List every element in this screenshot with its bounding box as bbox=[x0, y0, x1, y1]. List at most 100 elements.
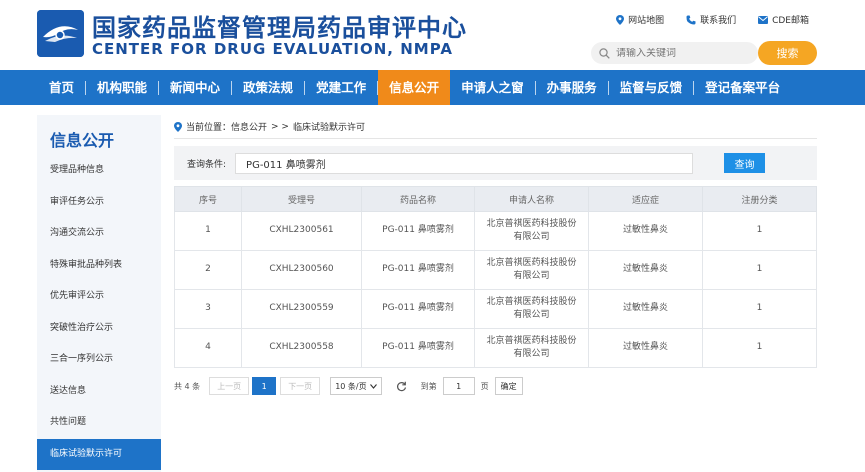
nav-item-functions[interactable]: 机构职能 bbox=[86, 70, 158, 105]
breadcrumb: 当前位置：信息公开 > > 临床试验默示许可 bbox=[174, 115, 817, 139]
contact-us-label: 联系我们 bbox=[700, 16, 737, 26]
sidebar-title: 信息公开 bbox=[50, 131, 115, 150]
pager-total: 共 4 条 bbox=[174, 381, 201, 391]
col-header-applicant: 申请人名称 bbox=[474, 186, 589, 212]
nav-item-news[interactable]: 新闻中心 bbox=[159, 70, 231, 105]
site-map-link[interactable]: 网站地图 bbox=[616, 13, 664, 26]
col-header-acceptance-no: 受理号 bbox=[241, 186, 362, 212]
cell-drug-name: PG-011 鼻喷雾剂 bbox=[361, 211, 475, 251]
nav-item-services[interactable]: 办事服务 bbox=[536, 70, 608, 105]
sidebar: 信息公开 受理品种信息 审评任务公示 沟通交流公示 特殊审批品种列表 优先审评公… bbox=[37, 115, 161, 472]
query-input[interactable]: PG-011 鼻喷雾剂 bbox=[235, 152, 694, 174]
nav-item-feedback[interactable]: 监督与反馈 bbox=[609, 70, 694, 105]
breadcrumb-current: 临床试验默示许可 bbox=[292, 123, 365, 133]
col-header-registration-class: 注册分类 bbox=[702, 186, 817, 212]
nav-item-policies[interactable]: 政策法规 bbox=[232, 70, 304, 105]
sidebar-item-breakthrough[interactable]: 突破性治疗公示 bbox=[37, 313, 161, 345]
site-title-en: CENTER FOR DRUG EVALUATION, NMPA bbox=[92, 40, 453, 58]
page-number-current[interactable]: 1 bbox=[252, 377, 277, 395]
nav-item-info-disclosure[interactable]: 信息公开 bbox=[378, 70, 451, 105]
cell-indication: 过敏性鼻炎 bbox=[588, 328, 703, 368]
next-page-button[interactable]: 下一页 bbox=[280, 377, 321, 395]
col-header-drug-name: 药品名称 bbox=[361, 186, 475, 212]
nav-item-home[interactable]: 首页 bbox=[38, 70, 85, 105]
cell-drug-name: PG-011 鼻喷雾剂 bbox=[361, 250, 475, 290]
cell-indication: 过敏性鼻炎 bbox=[588, 289, 703, 329]
page-size-select[interactable]: 10 条/页 bbox=[330, 377, 382, 395]
table-row[interactable]: 3 CXHL2300559 PG-011 鼻喷雾剂 北京普祺医药科技股份有限公司… bbox=[174, 289, 817, 329]
nav-item-party[interactable]: 党建工作 bbox=[305, 70, 377, 105]
page-size-value: 10 条/页 bbox=[335, 381, 367, 391]
goto-confirm-button[interactable]: 确定 bbox=[494, 377, 523, 395]
mail-icon bbox=[758, 15, 769, 24]
pagination: 共 4 条 上一页 1 下一页 10 条/页 到第 1 页 确定 bbox=[174, 376, 817, 396]
breadcrumb-separator: > > bbox=[271, 121, 289, 132]
sidebar-item-accepted-varieties[interactable]: 受理品种信息 bbox=[37, 155, 161, 187]
query-label: 查询条件: bbox=[187, 159, 227, 170]
cell-acceptance-no: CXHL2300560 bbox=[241, 250, 362, 290]
page-unit-label: 页 bbox=[480, 381, 489, 391]
cde-logo[interactable] bbox=[37, 10, 84, 57]
cell-drug-name: PG-011 鼻喷雾剂 bbox=[361, 289, 475, 329]
col-header-index: 序号 bbox=[174, 186, 242, 212]
phone-icon bbox=[686, 15, 696, 24]
cell-registration-class: 1 bbox=[702, 250, 817, 290]
cell-applicant-text: 北京普祺医药科技股份有限公司 bbox=[486, 296, 577, 320]
query-bar: 查询条件: PG-011 鼻喷雾剂 查询 bbox=[174, 146, 817, 180]
main-nav: 首页 机构职能 新闻中心 政策法规 党建工作 信息公开 申请人之窗 办事服务 监… bbox=[0, 70, 865, 105]
cde-mail-label: CDE邮箱 bbox=[772, 16, 809, 26]
goto-label: 到第 bbox=[420, 381, 437, 391]
refresh-icon[interactable] bbox=[396, 381, 407, 392]
contact-us-link[interactable]: 联系我们 bbox=[686, 13, 736, 26]
search-button[interactable]: 搜索 bbox=[758, 41, 817, 65]
goto-page-input[interactable]: 1 bbox=[442, 377, 475, 395]
cell-acceptance-no: CXHL2300558 bbox=[241, 328, 362, 368]
nav-item-applicant-window[interactable]: 申请人之窗 bbox=[450, 70, 535, 105]
cell-applicant: 北京普祺医药科技股份有限公司 bbox=[474, 250, 589, 290]
col-header-indication: 适应症 bbox=[588, 186, 703, 212]
cell-applicant: 北京普祺医药科技股份有限公司 bbox=[474, 289, 589, 329]
search-input[interactable] bbox=[616, 47, 746, 59]
cell-index: 3 bbox=[174, 289, 242, 329]
cell-indication: 过敏性鼻炎 bbox=[588, 250, 703, 290]
cell-drug-name: PG-011 鼻喷雾剂 bbox=[361, 328, 475, 368]
cell-applicant: 北京普祺医药科技股份有限公司 bbox=[474, 211, 589, 251]
search-icon bbox=[599, 47, 610, 59]
cell-applicant-text: 北京普祺医药科技股份有限公司 bbox=[486, 218, 577, 242]
sidebar-item-communication[interactable]: 沟通交流公示 bbox=[37, 218, 161, 250]
cell-registration-class: 1 bbox=[702, 289, 817, 329]
breadcrumb-parent[interactable]: 当前位置：信息公开 bbox=[186, 120, 267, 133]
location-pin-icon bbox=[174, 121, 182, 132]
cell-applicant-text: 北京普祺医药科技股份有限公司 bbox=[486, 257, 577, 281]
cell-acceptance-no: CXHL2300561 bbox=[241, 211, 362, 251]
cell-index: 2 bbox=[174, 250, 242, 290]
sidebar-item-special-approval[interactable]: 特殊审批品种列表 bbox=[37, 250, 161, 282]
table-row[interactable]: 1 CXHL2300561 PG-011 鼻喷雾剂 北京普祺医药科技股份有限公司… bbox=[174, 211, 817, 251]
table-row[interactable]: 2 CXHL2300560 PG-011 鼻喷雾剂 北京普祺医药科技股份有限公司… bbox=[174, 250, 817, 290]
site-map-label: 网站地图 bbox=[628, 16, 665, 26]
query-button[interactable]: 查询 bbox=[724, 153, 766, 173]
sidebar-item-delivery-info[interactable]: 送达信息 bbox=[37, 376, 161, 408]
site-title-cn: 国家药品监督管理局药品审评中心 bbox=[92, 14, 467, 42]
sidebar-item-common-issues[interactable]: 共性问题 bbox=[37, 407, 161, 439]
cell-index: 1 bbox=[174, 211, 242, 251]
sidebar-item-priority-review[interactable]: 优先审评公示 bbox=[37, 281, 161, 313]
nav-item-registration[interactable]: 登记备案平台 bbox=[694, 70, 791, 105]
cell-applicant: 北京普祺医药科技股份有限公司 bbox=[474, 328, 589, 368]
cell-registration-class: 1 bbox=[702, 211, 817, 251]
top-links: 网站地图 联系我们 CDE邮箱 bbox=[616, 13, 809, 26]
main-content: 当前位置：信息公开 > > 临床试验默示许可 查询条件: PG-011 鼻喷雾剂… bbox=[174, 115, 817, 396]
table-header-row: 序号 受理号 药品名称 申请人名称 适应症 注册分类 bbox=[174, 186, 817, 212]
sidebar-item-clinical-trial[interactable]: 临床试验默示许可 bbox=[37, 438, 161, 470]
cde-mail-link[interactable]: CDE邮箱 bbox=[758, 13, 809, 26]
prev-page-button[interactable]: 上一页 bbox=[209, 377, 250, 395]
cell-indication: 过敏性鼻炎 bbox=[588, 211, 703, 251]
site-header: 国家药品监督管理局药品审评中心 CENTER FOR DRUG EVALUATI… bbox=[0, 0, 865, 70]
table-row[interactable]: 4 CXHL2300558 PG-011 鼻喷雾剂 北京普祺医药科技股份有限公司… bbox=[174, 328, 817, 368]
sidebar-item-review-tasks[interactable]: 审评任务公示 bbox=[37, 187, 161, 219]
cell-applicant-text: 北京普祺医药科技股份有限公司 bbox=[486, 335, 577, 359]
results-table: 序号 受理号 药品名称 申请人名称 适应症 注册分类 1 CXHL2300561… bbox=[174, 186, 817, 368]
search-box bbox=[591, 42, 758, 64]
sidebar-item-three-in-one[interactable]: 三合一序列公示 bbox=[37, 344, 161, 376]
cell-registration-class: 1 bbox=[702, 328, 817, 368]
